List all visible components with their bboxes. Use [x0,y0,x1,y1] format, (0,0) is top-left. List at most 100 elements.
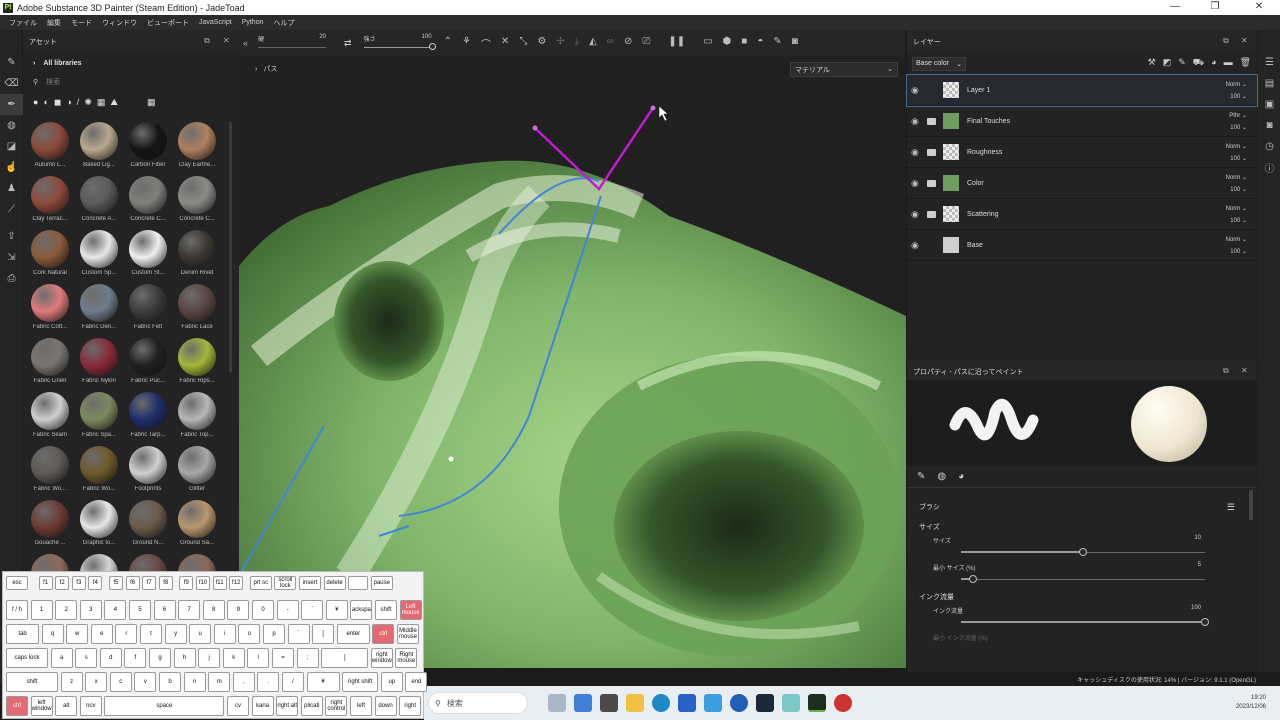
screenshot-icon[interactable]: ◙ [792,36,798,51]
menu-item[interactable]: 編集 [47,18,61,28]
close-window-icon[interactable]: ✕ [1244,0,1274,15]
keyboard-key[interactable]: f [124,648,147,668]
swap-icon[interactable]: ⇄ [344,38,352,49]
keyboard-key[interactable]: m [208,672,231,692]
keyboard-key[interactable]: 7 [178,600,201,620]
keyboard-key[interactable]: f7 [142,576,157,590]
menu-item[interactable]: Python [242,19,264,26]
keyboard-key[interactable]: f3 [71,576,86,590]
keyboard-key[interactable]: . [257,672,280,692]
keyboard-key[interactable]: f12 [229,576,244,590]
menu-item[interactable]: ファイル [9,18,37,28]
library-selector[interactable]: › All libraries [23,53,239,73]
hide-icon[interactable]: ⊘ [624,36,632,51]
path-settings-icon[interactable]: ⚙ [537,36,546,51]
layer-blend-opacity[interactable]: Norm ⌄ 100 ⌄ [1226,203,1247,227]
widget-icon[interactable] [548,694,566,712]
keyboard-key[interactable]: delete [323,576,346,590]
keyboard-key[interactable]: p [263,624,285,644]
camera-view-icon[interactable]: ▭ [703,36,712,51]
layer-blend-opacity[interactable]: Norm ⌄ 100 ⌄ [1226,79,1247,103]
path-edit-icon[interactable]: ⚘ [462,36,471,51]
recorder-icon[interactable] [834,694,852,712]
add-folder-icon[interactable]: ▬ [1224,57,1233,69]
keyboard-key[interactable]: z [60,672,83,692]
keyboard-key[interactable]: kana [251,696,274,716]
keyboard-key[interactable]: up [380,672,403,692]
material-tile[interactable]: Ground Sa... [174,500,220,550]
keyboard-key[interactable]: y [164,624,187,644]
paint-brush-icon[interactable]: ✎ [0,52,23,73]
keyboard-key[interactable]: 0 [252,600,274,620]
close-properties-icon[interactable]: ✕ [1241,366,1248,375]
material-tile[interactable]: Fabric Seam [27,392,73,442]
delete-layer-icon[interactable]: 🗑 [1240,57,1251,69]
keyboard-key[interactable]: k [222,648,245,668]
bake-icon[interactable]: ⇪ [0,226,23,247]
keyboard-key[interactable]: shift [6,672,58,692]
add-paint-layer-icon[interactable]: ✎ [1178,57,1186,69]
keyboard-key[interactable]: g [149,648,171,668]
path-delete-icon[interactable]: ✕ [501,36,509,51]
close-panel-icon[interactable]: ✕ [223,36,230,45]
layer-row[interactable]: ◉ Color Norm ⌄ 100 ⌄ [907,168,1257,199]
keyboard-key[interactable]: enter [336,624,370,644]
keyboard-key[interactable]: / [282,672,304,692]
eraser-icon[interactable]: ⌫ [0,73,23,94]
add-effect-icon[interactable]: ⚒ [1148,57,1156,69]
video-icon[interactable]: ■ [741,36,747,51]
layer-blend-opacity[interactable]: Norm ⌄ 100 ⌄ [1226,172,1247,196]
material-tile[interactable]: Baked Lig... [76,122,122,172]
keyboard-key[interactable]: cv [227,696,249,716]
keyboard-key[interactable]: right window [370,648,393,668]
keyboard-key[interactable] [348,576,369,590]
keyboard-key[interactable]: f9 [179,576,194,590]
keyboard-key[interactable]: t [140,624,162,644]
keyboard-key[interactable]: alt [55,696,78,716]
material-tile[interactable]: Fabric Cott... [27,284,73,334]
keyboard-key[interactable]: end [405,672,428,692]
cube-view-icon[interactable]: ⬢ [723,36,732,51]
material-tile[interactable]: Clay Terrac... [27,176,73,226]
material-tile[interactable]: Fabric Felt [125,284,171,334]
brush-tab-icon[interactable]: ✎ [917,471,925,482]
strength-slider[interactable]: 強さ 100 [363,32,436,54]
viewport-mode-select[interactable]: マテリアル ⌄ [790,62,898,77]
add-fill-layer-icon[interactable]: ⛟ [1193,57,1204,69]
collapse-icon[interactable]: « [243,38,248,48]
filter-material-icon[interactable]: ● [33,97,38,107]
keyboard-key[interactable]: down [374,696,397,716]
picker-icon[interactable]: ⟋ [0,199,23,220]
keyboard-key[interactable]: 1 [30,600,53,620]
sun-icon[interactable]: ◓ [757,36,763,51]
keyboard-key[interactable]: [ [312,624,335,644]
keyboard-key[interactable]: right shift [342,672,379,692]
keyboard-key[interactable]: 8 [202,600,225,620]
camera-icon[interactable]: ◙ [1258,115,1280,136]
keyboard-key[interactable]: ] [321,648,369,668]
menu-item[interactable]: ビューポート [147,18,189,28]
keyboard-key[interactable]: right alt [276,696,299,716]
keyboard-key[interactable]: x [85,672,108,692]
keyboard-key[interactable]: ; [296,648,319,668]
asset-search[interactable]: ⚲ 検索 [23,73,239,91]
export-icon[interactable]: ⎙ [0,268,23,289]
filter-smart-material-icon[interactable]: ◐ [43,97,48,107]
material-tile[interactable]: Clay Earthe... [174,122,220,172]
visibility-eye-icon[interactable]: ◉ [911,209,925,220]
visibility-eye-icon[interactable]: ◉ [911,178,925,189]
polygon-fill-icon[interactable]: ◪ [0,136,23,157]
keyboard-key[interactable]: = [272,648,294,668]
keyboard-key[interactable]: , [232,672,255,692]
visibility-eye-icon[interactable]: ◉ [911,240,925,251]
keyboard-key[interactable]: q [41,624,64,644]
filter-texture-icon[interactable]: ▦ [97,97,106,108]
shelf-icon[interactable]: ▤ [1258,73,1280,94]
material-tile[interactable]: Fabric Wo... [76,446,122,496]
keyboard-key[interactable]: e [90,624,113,644]
keyboard-key[interactable]: f6 [125,576,140,590]
keyboard-key[interactable]: d [99,648,122,668]
layer-row[interactable]: ◉ Base Norm ⌄ 100 ⌄ [907,230,1257,261]
task-view-icon[interactable] [600,694,618,712]
material-tile[interactable]: Carbon Fiber [125,122,171,172]
